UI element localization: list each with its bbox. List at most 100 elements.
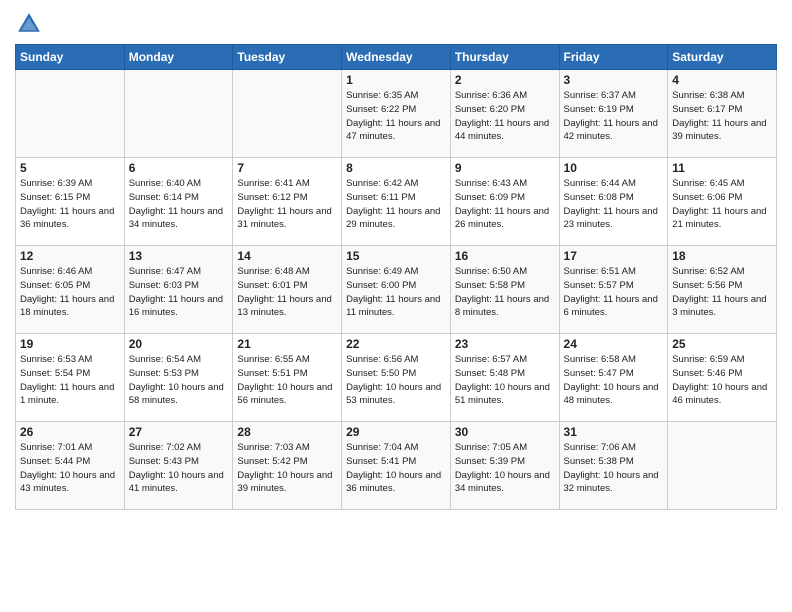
- day-number: 8: [346, 161, 446, 175]
- calendar-cell: 20 Sunrise: 6:54 AM Sunset: 5:53 PM Dayli…: [124, 334, 233, 422]
- day-info: Sunrise: 6:35 AM Sunset: 6:22 PM Dayligh…: [346, 89, 446, 144]
- calendar-cell: 28 Sunrise: 7:03 AM Sunset: 5:42 PM Dayli…: [233, 422, 342, 510]
- day-info: Sunrise: 6:42 AM Sunset: 6:11 PM Dayligh…: [346, 177, 446, 232]
- day-info: Sunrise: 6:50 AM Sunset: 5:58 PM Dayligh…: [455, 265, 555, 320]
- calendar-header-row: SundayMondayTuesdayWednesdayThursdayFrid…: [16, 45, 777, 70]
- day-info: Sunrise: 6:49 AM Sunset: 6:00 PM Dayligh…: [346, 265, 446, 320]
- calendar-cell: 31Sunrise: 7:06 AM Sunset: 5:38 PM Dayli…: [559, 422, 668, 510]
- day-info: Sunrise: 6:52 AM Sunset: 5:56 PM Dayligh…: [672, 265, 772, 320]
- logo: [15, 10, 47, 38]
- day-info: Sunrise: 7:05 AM Sunset: 5:39 PM Dayligh…: [455, 441, 555, 496]
- day-number: 19: [20, 337, 120, 351]
- calendar-cell: 25 Sunrise: 6:59 AM Sunset: 5:46 PM Dayli…: [668, 334, 777, 422]
- column-header-saturday: Saturday: [668, 45, 777, 70]
- page-header: [15, 10, 777, 38]
- day-info: Sunrise: 6:56 AM Sunset: 5:50 PM Dayligh…: [346, 353, 446, 408]
- day-info: Sunrise: 6:45 AM Sunset: 6:06 PM Dayligh…: [672, 177, 772, 232]
- day-number: 16: [455, 249, 555, 263]
- day-number: 18: [672, 249, 772, 263]
- calendar-cell: 18 Sunrise: 6:52 AM Sunset: 5:56 PM Dayli…: [668, 246, 777, 334]
- day-number: 1: [346, 73, 446, 87]
- day-number: 11: [672, 161, 772, 175]
- day-number: 30: [455, 425, 555, 439]
- day-number: 7: [237, 161, 337, 175]
- day-number: 25: [672, 337, 772, 351]
- day-number: 24: [564, 337, 664, 351]
- day-number: 3: [564, 73, 664, 87]
- day-info: Sunrise: 7:02 AM Sunset: 5:43 PM Dayligh…: [129, 441, 229, 496]
- calendar-cell: 30 Sunrise: 7:05 AM Sunset: 5:39 PM Dayli…: [450, 422, 559, 510]
- day-number: 9: [455, 161, 555, 175]
- day-number: 27: [129, 425, 229, 439]
- calendar-cell: 10Sunrise: 6:44 AM Sunset: 6:08 PM Dayli…: [559, 158, 668, 246]
- calendar-cell: 15 Sunrise: 6:49 AM Sunset: 6:00 PM Dayli…: [342, 246, 451, 334]
- day-info: Sunrise: 6:54 AM Sunset: 5:53 PM Dayligh…: [129, 353, 229, 408]
- day-info: Sunrise: 6:55 AM Sunset: 5:51 PM Dayligh…: [237, 353, 337, 408]
- calendar-cell: 21 Sunrise: 6:55 AM Sunset: 5:51 PM Dayli…: [233, 334, 342, 422]
- day-number: 22: [346, 337, 446, 351]
- day-info: Sunrise: 7:03 AM Sunset: 5:42 PM Dayligh…: [237, 441, 337, 496]
- day-number: 26: [20, 425, 120, 439]
- calendar-table: SundayMondayTuesdayWednesdayThursdayFrid…: [15, 44, 777, 510]
- column-header-wednesday: Wednesday: [342, 45, 451, 70]
- day-info: Sunrise: 7:04 AM Sunset: 5:41 PM Dayligh…: [346, 441, 446, 496]
- day-number: 13: [129, 249, 229, 263]
- day-info: Sunrise: 6:39 AM Sunset: 6:15 PM Dayligh…: [20, 177, 120, 232]
- day-info: Sunrise: 6:43 AM Sunset: 6:09 PM Dayligh…: [455, 177, 555, 232]
- calendar-cell: 9 Sunrise: 6:43 AM Sunset: 6:09 PM Daylig…: [450, 158, 559, 246]
- calendar-cell: 3 Sunrise: 6:37 AM Sunset: 6:19 PM Daylig…: [559, 70, 668, 158]
- day-info: Sunrise: 6:38 AM Sunset: 6:17 PM Dayligh…: [672, 89, 772, 144]
- day-number: 15: [346, 249, 446, 263]
- calendar-cell: 4 Sunrise: 6:38 AM Sunset: 6:17 PM Daylig…: [668, 70, 777, 158]
- calendar-cell: 29 Sunrise: 7:04 AM Sunset: 5:41 PM Dayli…: [342, 422, 451, 510]
- calendar-week-1: 1 Sunrise: 6:35 AM Sunset: 6:22 PM Daylig…: [16, 70, 777, 158]
- day-number: 14: [237, 249, 337, 263]
- day-number: 17: [564, 249, 664, 263]
- day-number: 20: [129, 337, 229, 351]
- day-number: 6: [129, 161, 229, 175]
- day-info: Sunrise: 6:59 AM Sunset: 5:46 PM Dayligh…: [672, 353, 772, 408]
- column-header-tuesday: Tuesday: [233, 45, 342, 70]
- calendar-cell: [233, 70, 342, 158]
- calendar-cell: 8 Sunrise: 6:42 AM Sunset: 6:11 PM Daylig…: [342, 158, 451, 246]
- calendar-week-3: 12 Sunrise: 6:46 AM Sunset: 6:05 PM Dayli…: [16, 246, 777, 334]
- day-number: 28: [237, 425, 337, 439]
- calendar-cell: 27 Sunrise: 7:02 AM Sunset: 5:43 PM Dayli…: [124, 422, 233, 510]
- day-info: Sunrise: 6:51 AM Sunset: 5:57 PM Dayligh…: [564, 265, 664, 320]
- day-number: 4: [672, 73, 772, 87]
- day-info: Sunrise: 6:37 AM Sunset: 6:19 PM Dayligh…: [564, 89, 664, 144]
- calendar-cell: 7Sunrise: 6:41 AM Sunset: 6:12 PM Daylig…: [233, 158, 342, 246]
- calendar-cell: 5 Sunrise: 6:39 AM Sunset: 6:15 PM Daylig…: [16, 158, 125, 246]
- day-number: 5: [20, 161, 120, 175]
- calendar-cell: 23 Sunrise: 6:57 AM Sunset: 5:48 PM Dayli…: [450, 334, 559, 422]
- calendar-cell: 22 Sunrise: 6:56 AM Sunset: 5:50 PM Dayli…: [342, 334, 451, 422]
- day-number: 10: [564, 161, 664, 175]
- page-container: SundayMondayTuesdayWednesdayThursdayFrid…: [0, 0, 792, 520]
- day-info: Sunrise: 6:47 AM Sunset: 6:03 PM Dayligh…: [129, 265, 229, 320]
- calendar-cell: 12 Sunrise: 6:46 AM Sunset: 6:05 PM Dayli…: [16, 246, 125, 334]
- day-info: Sunrise: 6:57 AM Sunset: 5:48 PM Dayligh…: [455, 353, 555, 408]
- calendar-cell: 11 Sunrise: 6:45 AM Sunset: 6:06 PM Dayli…: [668, 158, 777, 246]
- column-header-friday: Friday: [559, 45, 668, 70]
- calendar-cell: [668, 422, 777, 510]
- calendar-cell: 6Sunrise: 6:40 AM Sunset: 6:14 PM Daylig…: [124, 158, 233, 246]
- calendar-cell: 19 Sunrise: 6:53 AM Sunset: 5:54 PM Dayli…: [16, 334, 125, 422]
- day-info: Sunrise: 6:53 AM Sunset: 5:54 PM Dayligh…: [20, 353, 120, 408]
- calendar-cell: 2Sunrise: 6:36 AM Sunset: 6:20 PM Daylig…: [450, 70, 559, 158]
- column-header-sunday: Sunday: [16, 45, 125, 70]
- calendar-cell: [124, 70, 233, 158]
- calendar-cell: 24 Sunrise: 6:58 AM Sunset: 5:47 PM Dayli…: [559, 334, 668, 422]
- calendar-cell: 26Sunrise: 7:01 AM Sunset: 5:44 PM Dayli…: [16, 422, 125, 510]
- column-header-monday: Monday: [124, 45, 233, 70]
- day-info: Sunrise: 6:46 AM Sunset: 6:05 PM Dayligh…: [20, 265, 120, 320]
- day-number: 21: [237, 337, 337, 351]
- day-number: 23: [455, 337, 555, 351]
- calendar-week-5: 26Sunrise: 7:01 AM Sunset: 5:44 PM Dayli…: [16, 422, 777, 510]
- day-info: Sunrise: 6:36 AM Sunset: 6:20 PM Dayligh…: [455, 89, 555, 144]
- calendar-week-2: 5 Sunrise: 6:39 AM Sunset: 6:15 PM Daylig…: [16, 158, 777, 246]
- calendar-cell: 16 Sunrise: 6:50 AM Sunset: 5:58 PM Dayli…: [450, 246, 559, 334]
- day-info: Sunrise: 6:58 AM Sunset: 5:47 PM Dayligh…: [564, 353, 664, 408]
- day-number: 29: [346, 425, 446, 439]
- day-number: 31: [564, 425, 664, 439]
- day-number: 12: [20, 249, 120, 263]
